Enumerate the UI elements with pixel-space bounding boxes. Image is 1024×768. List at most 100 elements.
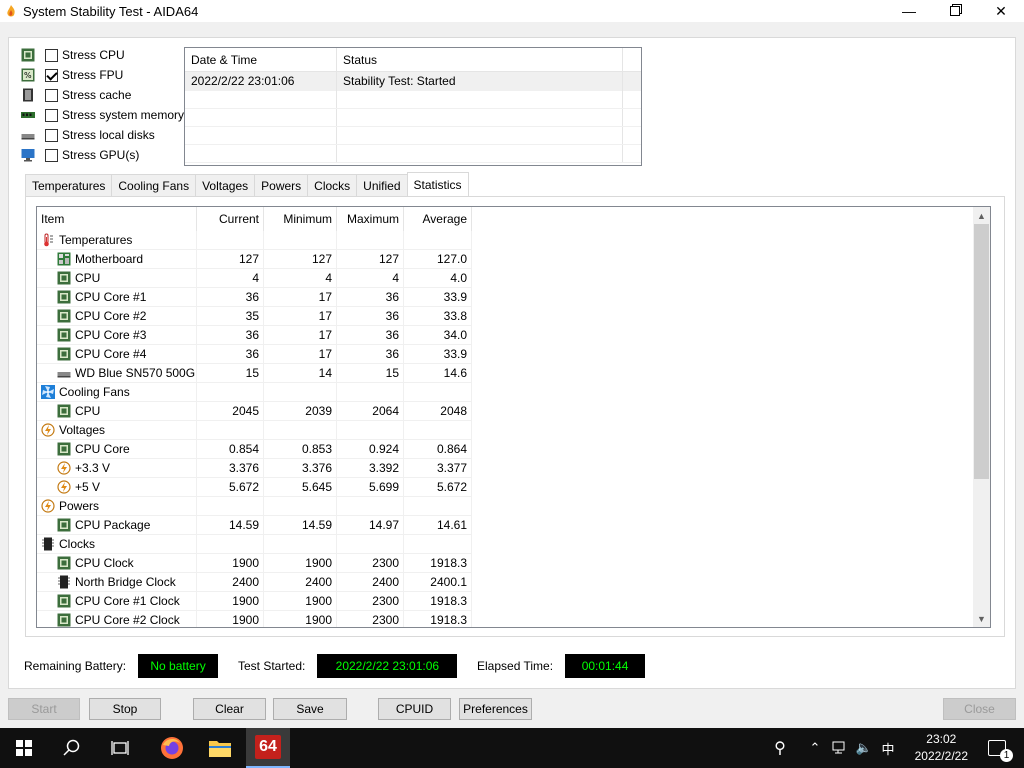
people-button[interactable]: ⚲: [768, 728, 792, 768]
statistics-header: Item Current Minimum Maximum Average: [37, 207, 990, 231]
tab-unified[interactable]: Unified: [356, 174, 408, 196]
category-row[interactable]: Temperatures: [37, 231, 990, 250]
cpuid-button[interactable]: CPUID: [378, 698, 451, 720]
tab-voltages[interactable]: Voltages: [195, 174, 256, 196]
ime-indicator[interactable]: 中: [878, 728, 898, 768]
scrollbar-thumb[interactable]: [974, 224, 989, 479]
tab-powers[interactable]: Powers: [254, 174, 309, 196]
stress-checkbox[interactable]: [45, 48, 58, 62]
row-item: CPU Core #2 Clock: [75, 613, 180, 627]
stress-checkbox[interactable]: [45, 148, 58, 162]
table-row[interactable]: +5 V 5.672 5.645 5.699 5.672: [37, 478, 990, 497]
stress-option[interactable]: Stress local disks: [21, 127, 155, 143]
table-row[interactable]: +3.3 V 3.376 3.376 3.392 3.377: [37, 459, 990, 478]
stress-checkbox[interactable]: [45, 68, 58, 82]
row-maximum: [337, 421, 404, 440]
cpu-chip-icon: [57, 594, 71, 608]
row-minimum: 14: [264, 364, 337, 383]
start-menu-button[interactable]: [0, 728, 48, 768]
row-current: [197, 383, 264, 402]
col-minimum[interactable]: Minimum: [264, 207, 337, 231]
table-row[interactable]: CPU 4 4 4 4.0: [37, 269, 990, 288]
stress-option[interactable]: Stress CPU: [21, 47, 125, 63]
stress-checkbox[interactable]: [45, 128, 58, 142]
row-item: CPU Core #3: [75, 328, 147, 342]
stress-option[interactable]: Stress cache: [21, 87, 131, 103]
row-minimum: [264, 231, 337, 250]
stress-checkbox[interactable]: [45, 88, 58, 102]
stress-option[interactable]: % Stress FPU: [21, 67, 123, 83]
log-header-datetime[interactable]: Date & Time: [185, 48, 337, 71]
row-current: 3.376: [197, 459, 264, 478]
cpu-chip-icon: [57, 328, 71, 342]
minimize-button[interactable]: —: [886, 0, 932, 22]
table-row[interactable]: CPU Core #2 35 17 36 33.8: [37, 307, 990, 326]
row-maximum: 36: [337, 307, 404, 326]
table-row[interactable]: CPU Core #1 36 17 36 33.9: [37, 288, 990, 307]
preferences-button[interactable]: Preferences: [459, 698, 532, 720]
cpu-chip-icon: [57, 613, 71, 627]
cpu-chip-icon: [57, 556, 71, 570]
tab-temperatures[interactable]: Temperatures: [25, 174, 113, 196]
tab-clocks[interactable]: Clocks: [307, 174, 358, 196]
save-button[interactable]: Save: [273, 698, 347, 720]
table-row[interactable]: CPU Core #3 36 17 36 34.0: [37, 326, 990, 345]
stop-button[interactable]: Stop: [89, 698, 161, 720]
aida64-taskbar-button[interactable]: 64: [246, 728, 290, 768]
row-maximum: 36: [337, 288, 404, 307]
row-minimum: [264, 421, 337, 440]
table-row[interactable]: CPU Clock 1900 1900 2300 1918.3: [37, 554, 990, 573]
clear-button[interactable]: Clear: [193, 698, 266, 720]
task-view-button[interactable]: [96, 728, 144, 768]
scroll-down-icon[interactable]: ▼: [973, 610, 990, 627]
cpu-chip-icon: [57, 290, 71, 304]
close-button[interactable]: Close: [943, 698, 1016, 720]
table-row[interactable]: CPU Core #2 Clock 1900 1900 2300 1918.3: [37, 611, 990, 627]
table-row[interactable]: CPU Package 14.59 14.59 14.97 14.61: [37, 516, 990, 535]
vertical-scrollbar[interactable]: ▲ ▼: [973, 207, 990, 627]
table-row[interactable]: CPU 2045 2039 2064 2048: [37, 402, 990, 421]
category-row[interactable]: Clocks: [37, 535, 990, 554]
show-hidden-icons-button[interactable]: ⌃: [806, 728, 824, 768]
tab-cooling-fans[interactable]: Cooling Fans: [111, 174, 197, 196]
clock-chip-icon: [41, 537, 55, 551]
start-button[interactable]: Start: [8, 698, 80, 720]
table-row[interactable]: Motherboard 127 127 127 127.0: [37, 250, 990, 269]
row-current: 14.59: [197, 516, 264, 535]
volume-tray-icon[interactable]: 🔈: [854, 728, 874, 768]
table-row[interactable]: North Bridge Clock 2400 2400 2400 2400.1: [37, 573, 990, 592]
scroll-up-icon[interactable]: ▲: [973, 207, 990, 224]
firefox-taskbar-button[interactable]: [148, 728, 196, 768]
tab-statistics[interactable]: Statistics: [406, 172, 469, 196]
row-maximum: 2064: [337, 402, 404, 421]
log-row[interactable]: 2022/2/22 23:01:06 Stability Test: Start…: [185, 72, 641, 91]
category-row[interactable]: Cooling Fans: [37, 383, 990, 402]
file-explorer-taskbar-button[interactable]: [196, 728, 244, 768]
stress-option[interactable]: Stress GPU(s): [21, 147, 139, 163]
row-maximum: 0.924: [337, 440, 404, 459]
table-row[interactable]: CPU Core 0.854 0.853 0.924 0.864: [37, 440, 990, 459]
close-window-button[interactable]: ✕: [978, 0, 1024, 22]
col-current[interactable]: Current: [197, 207, 264, 231]
category-row[interactable]: Powers: [37, 497, 990, 516]
maximize-button[interactable]: [932, 0, 978, 22]
table-row[interactable]: WD Blue SN570 500G... 15 14 15 14.6: [37, 364, 990, 383]
col-item[interactable]: Item: [37, 207, 197, 231]
log-header-status[interactable]: Status: [337, 48, 623, 71]
stress-option[interactable]: Stress system memory: [21, 107, 184, 123]
table-row[interactable]: CPU Core #4 36 17 36 33.9: [37, 345, 990, 364]
task-view-icon: [111, 741, 129, 755]
category-row[interactable]: Voltages: [37, 421, 990, 440]
stress-checkbox[interactable]: [45, 108, 58, 122]
search-button[interactable]: [48, 728, 96, 768]
action-center-button[interactable]: 1: [980, 728, 1014, 768]
battery-label: Remaining Battery:: [24, 659, 127, 673]
network-tray-icon[interactable]: [830, 728, 850, 768]
row-item: CPU: [75, 404, 101, 418]
row-minimum: 1900: [264, 592, 337, 611]
col-average[interactable]: Average: [404, 207, 472, 231]
taskbar-clock[interactable]: 23:02 2022/2/22: [915, 731, 968, 765]
row-maximum: 2300: [337, 554, 404, 573]
col-maximum[interactable]: Maximum: [337, 207, 404, 231]
table-row[interactable]: CPU Core #1 Clock 1900 1900 2300 1918.3: [37, 592, 990, 611]
